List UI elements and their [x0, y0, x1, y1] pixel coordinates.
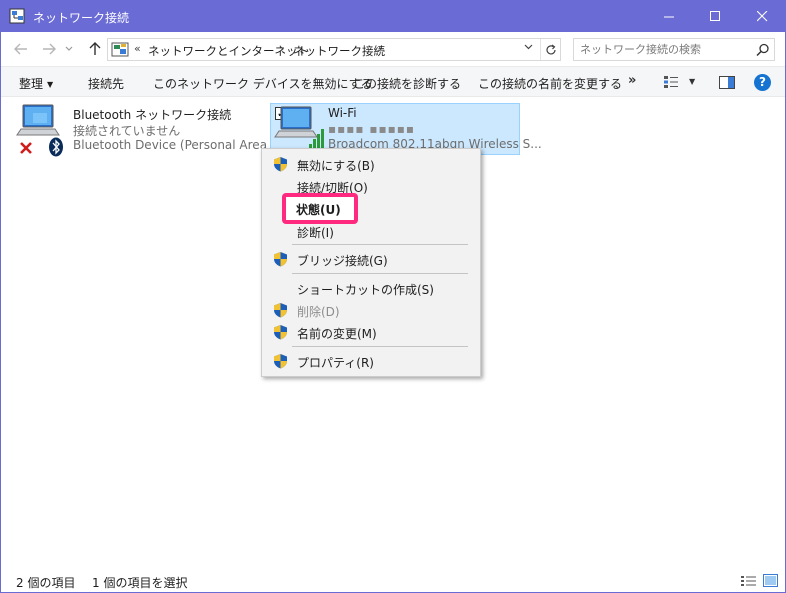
network-connections-icon [111, 42, 129, 57]
uac-shield-icon [274, 252, 287, 267]
up-button[interactable] [85, 40, 105, 58]
tiles-view-icon[interactable] [763, 574, 778, 587]
disconnected-x-icon [20, 142, 32, 154]
bluetooth-icon [49, 137, 63, 157]
chevron-down-icon [524, 44, 533, 50]
minimize-icon [663, 16, 674, 18]
connection-device: Bluetooth Device (Personal Area ... [73, 138, 283, 152]
menu-separator [292, 273, 468, 274]
menu-item-create-shortcut[interactable]: ショートカットの作成(S) [264, 277, 478, 299]
search-icon[interactable] [756, 43, 770, 57]
chevron-down-icon [65, 46, 73, 51]
menu-item-label: 診断(I) [297, 226, 334, 240]
command-bar: 整理 ▼ 接続先 このネットワーク デバイスを無効にする この接続を診断する この… [1, 66, 785, 97]
address-dropdown-button[interactable] [524, 42, 533, 53]
search-box[interactable] [573, 38, 775, 61]
rename-connection-button[interactable]: この接続の名前を変更する [478, 75, 622, 92]
maximize-icon [709, 11, 720, 21]
uac-shield-icon [274, 354, 287, 369]
refresh-icon [546, 44, 556, 54]
menu-item-label: 無効にする(B) [297, 159, 375, 173]
back-button[interactable] [11, 40, 31, 58]
arrow-up-icon [89, 42, 101, 55]
menu-item-label: 削除(D) [297, 305, 340, 319]
connection-item-bluetooth[interactable]: Bluetooth ネットワーク接続 接続されていません Bluetooth D… [15, 103, 282, 159]
close-icon [756, 11, 767, 22]
organize-label: 整理 [19, 77, 44, 91]
connection-name: Bluetooth ネットワーク接続 [73, 108, 232, 122]
disable-device-button[interactable]: このネットワーク デバイスを無効にする [153, 75, 373, 92]
organize-button[interactable]: 整理 ▼ [19, 75, 53, 92]
caret-down-icon: ▼ [47, 80, 54, 89]
breadcrumb-chevron-icon[interactable]: › [280, 42, 284, 55]
preview-pane-icon[interactable] [719, 76, 735, 89]
arrow-right-icon [43, 43, 56, 55]
details-view-icon[interactable] [741, 575, 756, 587]
breadcrumb-network-connections[interactable]: ネットワーク接続 [293, 43, 385, 59]
connection-name: Wi-Fi [328, 106, 357, 120]
window-title: ネットワーク接続 [33, 11, 130, 25]
change-view-icon[interactable] [663, 75, 679, 89]
diagnose-button[interactable]: この接続を診断する [353, 75, 461, 92]
menu-item-rename[interactable]: 名前の変更(M) [264, 321, 478, 343]
address-bar: « ネットワークとインターネット › ネットワーク接続 › [1, 32, 785, 66]
forward-button[interactable] [39, 40, 59, 58]
menu-item-delete[interactable]: 削除(D) [264, 299, 478, 321]
uac-shield-icon [274, 157, 287, 172]
menu-separator [292, 346, 468, 347]
minimize-button[interactable] [646, 1, 692, 32]
menu-item-label: 名前の変更(M) [297, 327, 377, 341]
uac-shield-icon [274, 325, 287, 340]
title-bar[interactable]: ネットワーク接続 [1, 1, 785, 32]
wifi-adapter-icon [274, 106, 324, 152]
selected-count: 1 個の項目を選択 [92, 576, 188, 590]
item-count: 2 個の項目 [16, 576, 76, 590]
view-options-dropdown[interactable]: ▼ [689, 77, 695, 86]
more-commands-button[interactable]: » [628, 73, 636, 88]
menu-item-label: プロパティ(R) [297, 356, 374, 370]
menu-item-disable[interactable]: 無効にする(B) [264, 153, 478, 175]
menu-item-status-label: 状態(U) [296, 203, 341, 217]
search-input[interactable] [580, 42, 750, 57]
menu-item-label: ショートカットの作成(S) [297, 283, 434, 297]
menu-item-bridge[interactable]: ブリッジ接続(G) [264, 248, 478, 270]
network-folder-icon [9, 8, 25, 24]
status-bar: 2 個の項目 1 個の項目を選択 [1, 570, 785, 592]
help-icon[interactable]: ? [754, 74, 771, 91]
address-box[interactable]: « ネットワークとインターネット › ネットワーク接続 › [107, 38, 561, 61]
close-button[interactable] [739, 1, 785, 32]
connect-to-button[interactable]: 接続先 [88, 75, 124, 92]
uac-shield-icon [274, 303, 287, 318]
arrow-left-icon [14, 43, 27, 55]
connection-status: ▪▪▪▪ ▪▪▪▪▪ [328, 122, 416, 136]
explorer-window: ネットワーク接続 « ネットワークとインターネット › ネットワーク接続 › ネ… [0, 0, 786, 593]
breadcrumb-overflow[interactable]: « [134, 42, 141, 55]
breadcrumb-network-internet[interactable]: ネットワークとインターネット [148, 43, 309, 59]
menu-item-properties[interactable]: プロパティ(R) [264, 350, 478, 372]
menu-item-label: ブリッジ接続(G) [297, 254, 388, 268]
breadcrumb-chevron-icon[interactable]: › [378, 42, 382, 55]
menu-separator [292, 244, 468, 245]
context-menu: 無効にする(B) 接続/切断(O) 診断(I) ブリッジ接続(G) ショートカッ… [261, 148, 481, 377]
maximize-button[interactable] [692, 1, 738, 32]
connection-status: 接続されていません [73, 124, 181, 138]
recent-locations-button[interactable] [63, 40, 75, 58]
refresh-button[interactable] [540, 39, 561, 60]
menu-item-status-highlight[interactable]: 状態(U) [282, 193, 358, 224]
